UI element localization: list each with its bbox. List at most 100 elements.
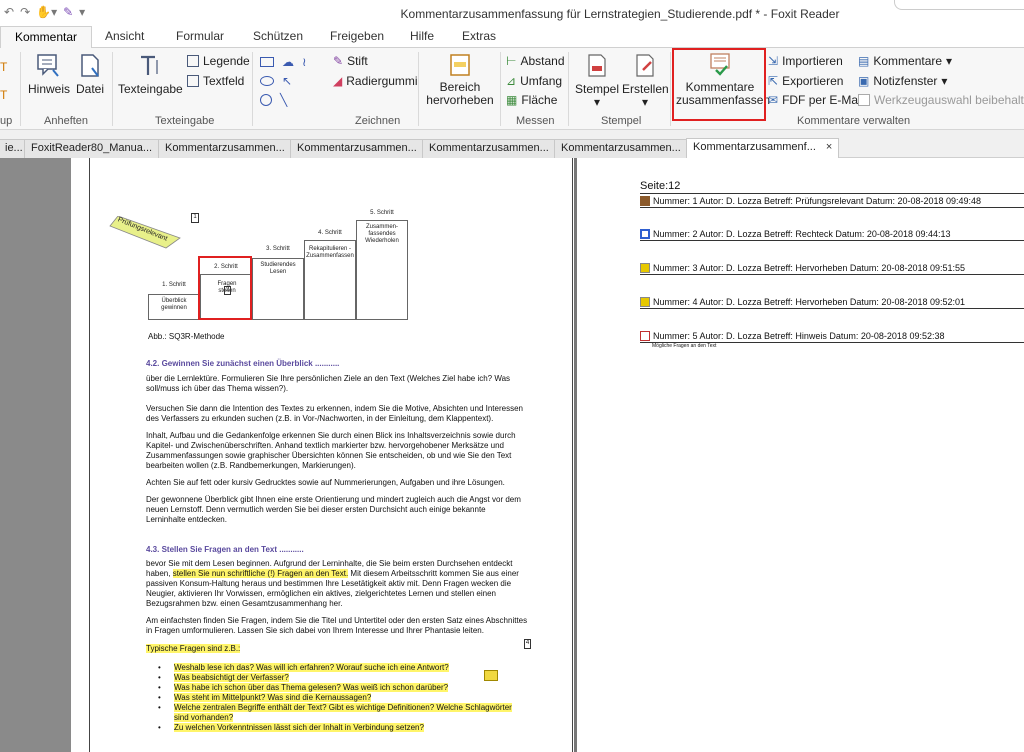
undo-icon[interactable]: ↶ <box>4 5 14 19</box>
stempel-button[interactable]: Stempel ▾ <box>574 52 620 109</box>
doc-tab-2[interactable]: FoxitReader80_Manua... <box>24 139 160 158</box>
summary-entry-5-note: Mögliche Fragen an den Text <box>652 343 717 349</box>
quick-access-toolbar: ↶ ↷ ✋▾ ✎ ▾ <box>4 5 85 19</box>
notizfenster-dropdown[interactable]: ▣ Notizfenster ▾ <box>858 74 947 88</box>
tab-formular[interactable]: Formular <box>176 29 224 43</box>
tab-ansicht[interactable]: Ansicht <box>105 29 144 43</box>
pdf-page: Prüfungsrelevant 1 1. Schritt Überblick … <box>89 158 573 752</box>
tab-kommentar[interactable]: Kommentar <box>0 26 93 49</box>
kommentare-dropdown[interactable]: ▤ Kommentare ▾ <box>858 54 952 68</box>
left-page-margin <box>0 158 71 752</box>
paragraph-8-highlight[interactable]: Typische Fragen sind z.B.: <box>146 644 241 654</box>
flaeche-button[interactable]: ▦ Fläche <box>506 93 557 107</box>
summary-entry-4[interactable]: Nummer: 4 Autor: D. Lozza Betreff: Hervo… <box>640 297 965 307</box>
eraser-icon: ◢ <box>333 74 343 88</box>
freehand-tool-icon[interactable]: ≀ <box>302 55 307 69</box>
group-label-zeichnen: Zeichnen <box>355 115 401 127</box>
rectangle-tool-icon[interactable] <box>260 57 274 67</box>
customize-dropdown-icon[interactable]: ▾ <box>79 5 85 19</box>
abstand-label: Abstand <box>520 54 565 68</box>
doc-tab-4[interactable]: Kommentarzusammen... <box>290 139 424 158</box>
partial-tool-icon-2[interactable]: T <box>0 88 7 102</box>
shape-tools-row-3: ╲ <box>260 93 287 107</box>
summary-entry-5[interactable]: Nummer: 5 Autor: D. Lozza Betreff: Hinwe… <box>640 331 944 341</box>
popup-note-icon[interactable] <box>484 670 498 681</box>
exportieren-button[interactable]: ⇱ Exportieren <box>768 74 843 88</box>
note-marker-icon-2[interactable]: 2 <box>224 286 231 295</box>
close-icon[interactable]: × <box>826 141 832 153</box>
doc-tab-6[interactable]: Kommentarzusammen... <box>554 139 688 158</box>
file-attach-icon <box>81 54 99 77</box>
tab-freigeben[interactable]: Freigeben <box>330 29 384 43</box>
hinweis-label: Hinweis <box>28 82 71 96</box>
tab-extras[interactable]: Extras <box>462 29 496 43</box>
window-controls[interactable] <box>894 0 1024 10</box>
shape-tools-row-1: ☁ ≀ <box>260 55 307 69</box>
doc-tab-active[interactable]: Kommentarzusammenf... × <box>686 138 840 159</box>
summary-entry-3[interactable]: Nummer: 3 Autor: D. Lozza Betreff: Hervo… <box>640 263 965 273</box>
legende-button[interactable]: Legende <box>187 54 250 68</box>
paragraph-2: Versuchen Sie dann die Intention des Tex… <box>146 404 523 423</box>
abstand-button[interactable]: ⊢ Abstand <box>506 54 565 68</box>
page-gap <box>574 158 577 752</box>
tab-hilfe[interactable]: Hilfe <box>410 29 434 43</box>
bereich-label-2: hervorheben <box>426 93 494 107</box>
hand-tool-icon[interactable]: ✋▾ <box>36 5 57 19</box>
legende-label: Legende <box>203 54 250 68</box>
circle-tool-icon[interactable] <box>260 94 272 106</box>
summary-entry-1[interactable]: Nummer: 1 Autor: D. Lozza Betreff: Prüfu… <box>640 196 981 206</box>
summary-separator <box>640 308 1024 309</box>
line-tool-icon[interactable]: ╲ <box>280 93 287 107</box>
radiergummi-button[interactable]: ◢ Radiergummi <box>333 74 418 88</box>
werkzeug-label: Werkzeugauswahl beibehalten <box>874 93 1024 107</box>
importieren-button[interactable]: ⇲ Importieren <box>768 54 843 68</box>
hinweis-button[interactable]: Hinweis <box>28 52 71 96</box>
texteingabe-button[interactable]: Texteingabe <box>118 52 183 96</box>
document-tabs: ie... FoxitReader80_Manua... Kommentarzu… <box>0 136 1024 159</box>
stift-label: Stift <box>347 54 368 68</box>
stamp-icon <box>640 196 650 206</box>
step1-body: Überblick gewinnen <box>161 298 187 311</box>
bullet-item-5: Welche zentralen Begriffe enthält der Te… <box>174 703 512 722</box>
step3-body: Studierendes Lesen <box>260 262 296 275</box>
group-label-anheften: Anheften <box>44 115 89 127</box>
summary-entry-2[interactable]: Nummer: 2 Autor: D. Lozza Betreff: Recht… <box>640 229 951 239</box>
paragraph-3: Inhalt, Aufbau und die Gedankenfolge erk… <box>146 431 516 470</box>
datei-button[interactable]: Datei <box>74 52 106 96</box>
group-label-stempel: Stempel <box>601 115 642 127</box>
note-marker-icon-3[interactable]: 4 <box>524 639 531 649</box>
comments-icon: ▤ <box>858 54 870 68</box>
note-marker-icon[interactable]: 1 <box>191 213 199 223</box>
doc-tab-3[interactable]: Kommentarzusammen... <box>158 139 292 158</box>
paragraph-6: bevor Sie mit dem Lesen beginnen. Aufgru… <box>146 559 530 609</box>
create-stamp-icon <box>636 54 654 77</box>
area-highlight-icon <box>450 54 470 76</box>
bullet-item-2: Was beabsichtigt der Verfasser? <box>174 673 289 682</box>
highlight-icon <box>640 263 650 273</box>
stift-button[interactable]: ✎ Stift <box>333 54 368 68</box>
group-label-texteingabe: Texteingabe <box>155 115 215 127</box>
textfeld-button[interactable]: Textfeld <box>187 74 244 88</box>
highlight-frame <box>672 48 766 121</box>
partial-tool-icon[interactable]: T <box>0 60 7 74</box>
fdf-email-button[interactable]: ✉ FDF per E-Mail <box>768 93 863 107</box>
importieren-label: Importieren <box>782 54 843 68</box>
doc-tab-5[interactable]: Kommentarzusammen... <box>422 139 556 158</box>
werkzeugauswahl-checkbox[interactable]: Werkzeugauswahl beibehalten <box>858 93 1024 107</box>
bullet-item-3: Was habe ich schon über das Thema gelese… <box>174 683 449 692</box>
textfeld-label: Textfeld <box>203 74 245 88</box>
pencil-icon: ✎ <box>333 54 344 68</box>
cloud-tool-icon[interactable]: ☁ <box>282 55 294 69</box>
ruler-distance-icon: ⊢ <box>506 54 517 68</box>
area-icon: ▦ <box>506 93 518 107</box>
bereich-hervorheben-button[interactable]: Bereich hervorheben <box>424 52 496 107</box>
tab-schuetzen[interactable]: Schützen <box>253 29 303 43</box>
redo-icon[interactable]: ↷ <box>20 5 30 19</box>
highlighted-text[interactable]: stellen Sie nun schriftliche (!) Fragen … <box>172 569 349 578</box>
ellipse-tool-icon[interactable] <box>260 76 274 86</box>
pen-icon[interactable]: ✎ <box>63 5 73 19</box>
erstellen-button[interactable]: Erstellen ▾ <box>622 52 669 109</box>
umfang-button[interactable]: ⊿ Umfang <box>506 74 562 88</box>
arrow-tool-icon[interactable]: ↖ <box>282 74 292 88</box>
email-icon: ✉ <box>768 93 779 107</box>
